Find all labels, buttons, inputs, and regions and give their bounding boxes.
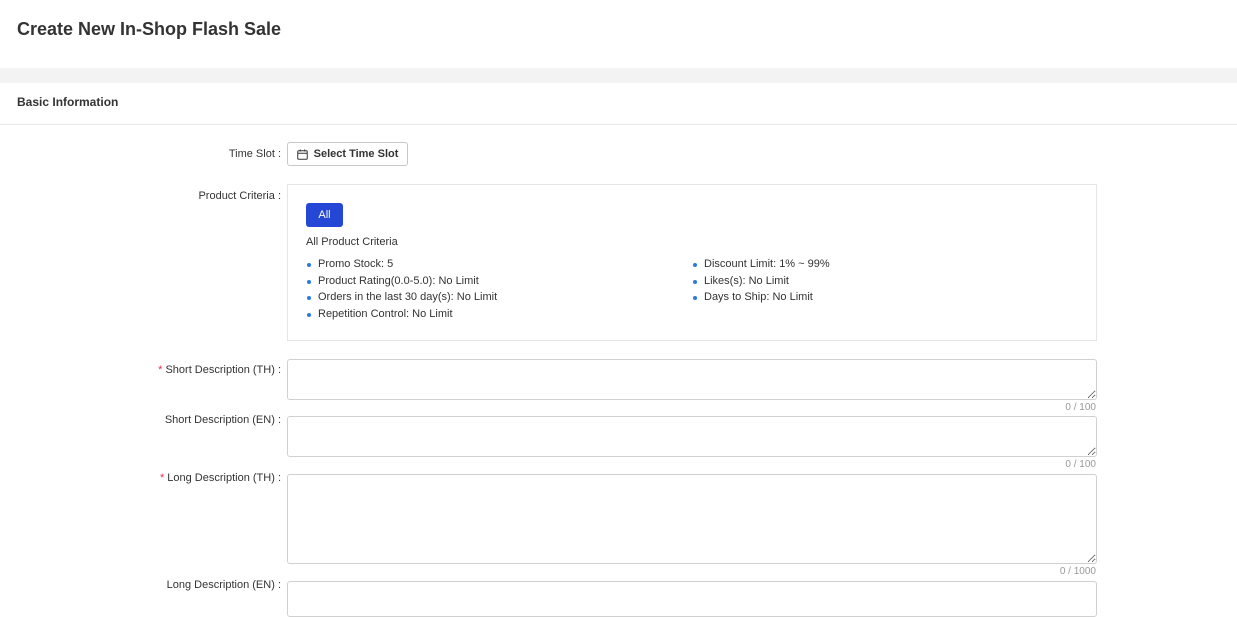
- long-description-en-input[interactable]: [287, 581, 1097, 617]
- product-criteria-label: Product Criteria :: [198, 190, 281, 202]
- short-description-th-counter: 0 / 100: [1065, 402, 1096, 413]
- criteria-heading: All Product Criteria: [306, 236, 398, 248]
- short-description-th-input[interactable]: [287, 359, 1097, 400]
- criteria-tab-all[interactable]: All: [306, 203, 343, 227]
- criteria-list-left: Promo Stock: 5 Product Rating(0.0-5.0): …: [306, 258, 497, 324]
- criteria-list-right: Discount Limit: 1% ~ 99% Likes(s): No Li…: [692, 258, 830, 308]
- page-header: Create New In-Shop Flash Sale: [0, 0, 1237, 68]
- section-divider: [0, 68, 1237, 83]
- select-time-slot-button[interactable]: Select Time Slot: [287, 142, 408, 166]
- calendar-icon: [296, 149, 308, 160]
- long-description-th-label: * Long Description (TH) :: [160, 472, 281, 484]
- short-description-en-input[interactable]: [287, 416, 1097, 457]
- list-item: Likes(s): No Limit: [692, 275, 830, 292]
- section-header: Basic Information: [0, 83, 1237, 125]
- section-title: Basic Information: [17, 95, 119, 109]
- long-description-th-counter: 0 / 1000: [1059, 566, 1096, 577]
- short-description-en-counter: 0 / 100: [1065, 459, 1096, 470]
- list-item: Promo Stock: 5: [306, 258, 497, 275]
- short-description-en-label: Short Description (EN) :: [164, 414, 281, 426]
- short-description-th-label: * Short Description (TH) :: [158, 364, 281, 376]
- long-description-th-input[interactable]: [287, 474, 1097, 564]
- list-item: Orders in the last 30 day(s): No Limit: [306, 291, 497, 308]
- select-time-slot-label: Select Time Slot: [313, 148, 399, 160]
- time-slot-label: Time Slot :: [228, 148, 281, 160]
- list-item: Discount Limit: 1% ~ 99%: [692, 258, 830, 275]
- product-criteria-panel: All All Product Criteria Promo Stock: 5 …: [287, 184, 1097, 341]
- page-title: Create New In-Shop Flash Sale: [17, 19, 282, 39]
- list-item: Repetition Control: No Limit: [306, 308, 497, 325]
- long-description-en-label: Long Description (EN) :: [166, 579, 281, 591]
- list-item: Product Rating(0.0-5.0): No Limit: [306, 275, 497, 292]
- list-item: Days to Ship: No Limit: [692, 291, 830, 308]
